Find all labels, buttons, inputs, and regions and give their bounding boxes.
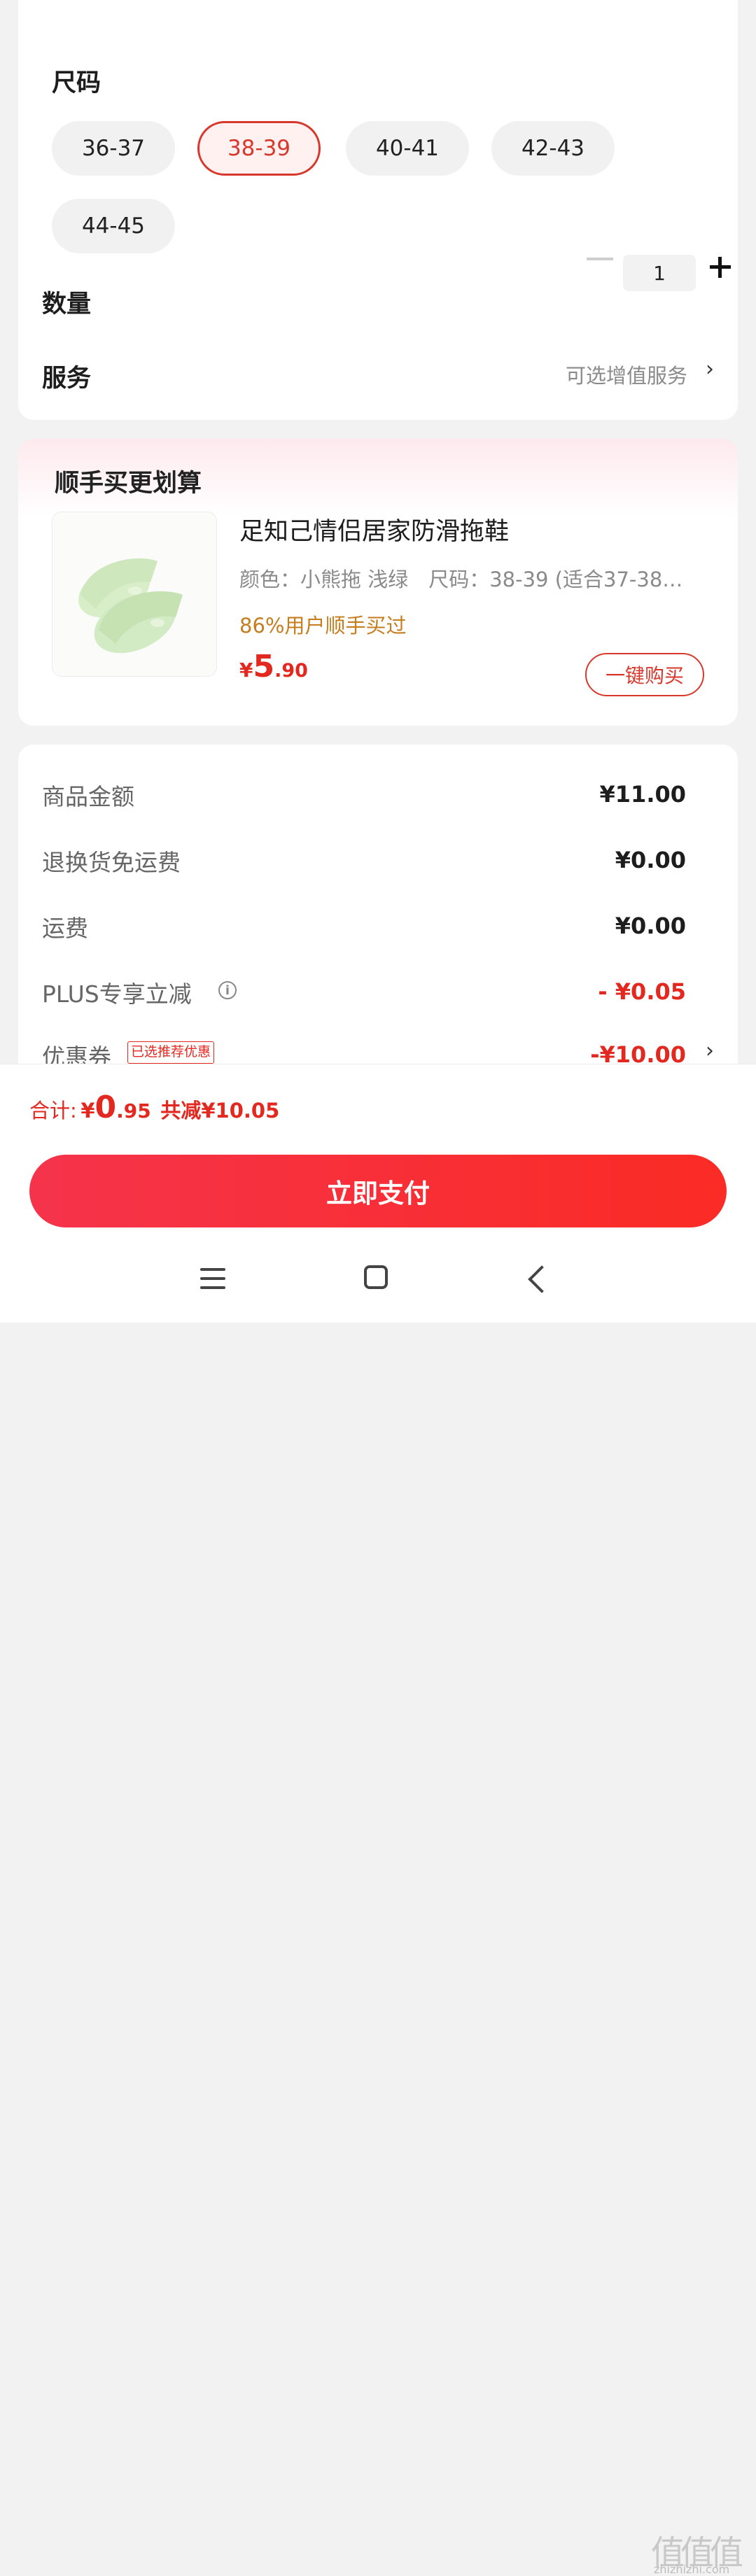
summary-row-value: ¥0.00 [615,913,686,939]
recommend-price-currency: ¥ [239,659,253,682]
recommend-card: 顺手买更划算 足知己情侣居家防滑拖鞋 颜色：小熊拖 浅绿 尺码：38-39 (适… [18,439,738,726]
one-click-buy-button[interactable]: 一键购买 [585,653,704,696]
recent-apps-icon[interactable] [200,1267,225,1290]
summary-row-label: 运费 [42,915,88,942]
quantity-label: 数量 [42,290,92,318]
back-icon[interactable] [528,1265,556,1293]
watermark-url: zhizhizhi.com [654,2563,730,2576]
total-bar: 合计: ¥0.95 共减¥10.05 [0,1064,756,1148]
quantity-decrease-button[interactable] [587,258,613,260]
total-saved: 共减¥10.05 [160,1099,280,1122]
watermark-logo: 值值值 zhizhizhi.com [651,2525,749,2576]
recommend-price: ¥5.90 [239,649,308,684]
size-option-40-41[interactable]: 40-41 [346,121,469,176]
total-currency: ¥ [80,1099,95,1122]
total-integer: 0 [94,1090,117,1125]
info-icon[interactable]: i [218,981,237,999]
summary-row-value: ¥11.00 [599,781,686,808]
size-option-36-37[interactable]: 36-37 [52,121,175,176]
total-decimal: .95 [116,1099,151,1122]
size-option-42-43[interactable]: 42-43 [491,121,615,176]
summary-row-label: 退换货免运费 [42,849,181,876]
size-label: 尺码 [52,69,102,97]
pay-area: 立即支付 [0,1146,756,1258]
plus-discount-value: - ¥0.05 [598,978,686,1005]
size-option-44-45[interactable]: 44-45 [52,199,175,253]
chevron-right-icon[interactable]: › [706,357,714,381]
recommend-price-decimal: .90 [274,660,308,682]
chevron-right-icon[interactable]: › [706,1039,714,1063]
total-label: 合计: [29,1099,77,1122]
total-amount: 合计: ¥0.95 共减¥10.05 [29,1090,279,1125]
quantity-input[interactable]: 1 [623,255,696,291]
pay-now-button[interactable]: 立即支付 [29,1155,727,1227]
service-label: 服务 [42,365,92,393]
recommend-price-integer: 5 [253,649,275,684]
recommend-title: 顺手买更划算 [55,470,202,498]
summary-row-label: 商品金额 [42,783,134,810]
coupon-badge: 已选推荐优惠 [127,1041,215,1064]
plus-discount-label: PLUS专享立减 [42,980,192,1008]
slipper-image[interactable] [52,512,217,677]
spec-card: 尺码 36-37 38-39 40-41 42-43 44-45 数量 1 服务… [18,0,738,420]
recommend-product-name[interactable]: 足知己情侣居家防滑拖鞋 [239,512,509,547]
summary-row-value: ¥0.00 [615,847,686,873]
service-value[interactable]: 可选增值服务 [566,360,687,389]
recommend-product-spec: 颜色：小熊拖 浅绿 尺码：38-39 (适合37-38… [239,568,683,591]
size-option-38-39[interactable]: 38-39 [197,121,321,176]
quantity-increase-button[interactable] [710,257,731,278]
summary-card: 商品金额 ¥11.00 退换货免运费 ¥0.00 运费 ¥0.00 PLUS专享… [18,745,738,1108]
recommend-social-note: 86%用户顺手买过 [239,614,407,638]
home-icon[interactable] [364,1265,388,1289]
system-nav-bar: 值值值 zhizhizhi.com [0,1258,756,2576]
